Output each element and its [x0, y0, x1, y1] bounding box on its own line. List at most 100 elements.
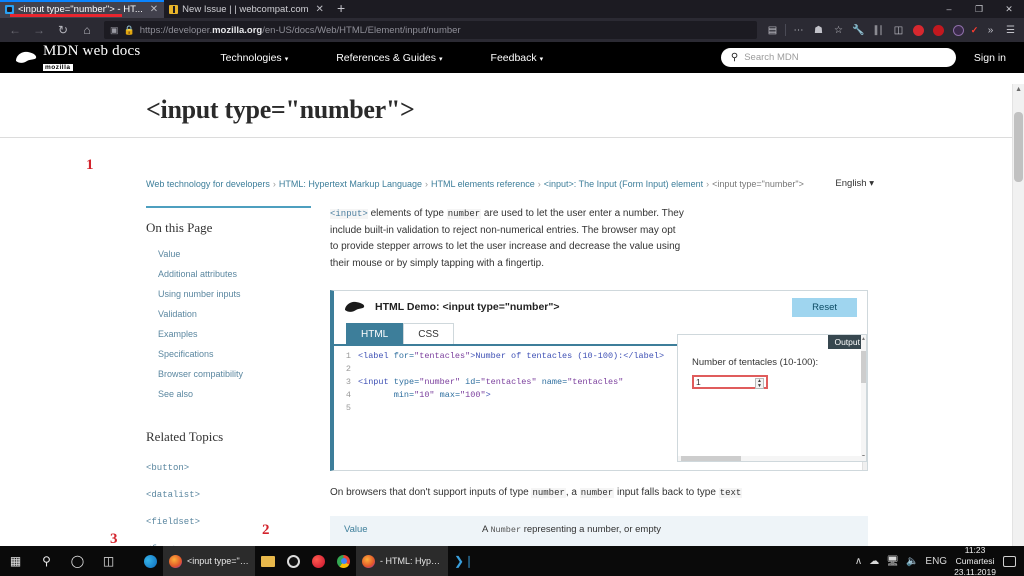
taskbar-item-opera[interactable]: [306, 546, 331, 576]
nav-references-guides[interactable]: References & Guides ▾: [336, 52, 490, 64]
bookmark-star-icon[interactable]: ☆: [829, 20, 848, 40]
scrollbar-thumb[interactable]: [861, 351, 866, 383]
extension-red-icon[interactable]: [909, 20, 928, 40]
list-item[interactable]: Additional attributes: [158, 263, 311, 283]
related-link-fieldset[interactable]: <fieldset>: [146, 517, 200, 527]
network-icon[interactable]: 🖥: [886, 556, 899, 567]
related-link-button[interactable]: <button>: [146, 463, 189, 473]
language-indicator[interactable]: ENG: [925, 556, 947, 567]
list-item[interactable]: <fieldset>: [146, 507, 311, 534]
toc-link-validation[interactable]: Validation: [158, 309, 197, 319]
library-icon[interactable]: ∥∣: [869, 20, 888, 40]
extension-red2-icon[interactable]: [929, 20, 948, 40]
back-icon[interactable]: ←: [4, 20, 26, 40]
taskbar-item-firefox-window-2[interactable]: - HTML: Hypertext M...: [356, 546, 448, 576]
scroll-up-icon[interactable]: ▲: [1015, 86, 1022, 93]
list-item[interactable]: Validation: [158, 303, 311, 323]
wrench-icon[interactable]: 🔧: [849, 20, 868, 40]
notification-icon[interactable]: [1003, 555, 1016, 567]
page-hero: <input type="number">: [0, 73, 1024, 138]
toc-link-value[interactable]: Value: [158, 249, 180, 259]
taskbar-item-edge[interactable]: [138, 546, 163, 576]
overflow-chevron-icon[interactable]: »: [981, 20, 1000, 40]
page-scrollbar[interactable]: ▲ ▼: [1012, 84, 1024, 546]
taskbar-item-file-explorer[interactable]: [255, 546, 281, 576]
reader-mode-icon[interactable]: ▤: [763, 20, 782, 40]
mdn-search-box[interactable]: ⚲ Search MDN: [720, 48, 956, 67]
minimize-button[interactable]: –: [934, 0, 964, 18]
list-item[interactable]: <datalist>: [146, 480, 311, 507]
scrollbar-thumb[interactable]: [681, 456, 741, 461]
code-text: min="10" max="100">: [358, 389, 491, 402]
reset-button[interactable]: Reset: [792, 297, 857, 317]
tab-webcompat-new-issue[interactable]: New Issue | | webcompat.com ✕: [164, 0, 330, 18]
row-key-value[interactable]: Value: [344, 524, 482, 535]
cortana-icon[interactable]: ◯: [62, 546, 93, 576]
close-window-button[interactable]: ✕: [994, 0, 1024, 18]
forward-icon[interactable]: →: [28, 20, 50, 40]
clock[interactable]: 11:23 Cumartesi 23.11.2019: [954, 545, 996, 576]
task-view-icon[interactable]: ◫: [93, 546, 124, 576]
sidebar-icon[interactable]: ◫: [889, 20, 908, 40]
toc-link-specifications[interactable]: Specifications: [158, 349, 214, 359]
tab-css[interactable]: CSS: [403, 323, 454, 344]
toc-link-using-number-inputs[interactable]: Using number inputs: [158, 289, 241, 299]
search-icon[interactable]: ⚲: [31, 546, 62, 576]
new-tab-button[interactable]: +: [330, 0, 352, 18]
nav-technologies[interactable]: Technologies ▾: [220, 52, 336, 64]
list-item[interactable]: Examples: [158, 323, 311, 343]
windows-start-icon[interactable]: ▦: [0, 546, 31, 576]
list-item[interactable]: Browser compatibility: [158, 363, 311, 383]
related-link-datalist[interactable]: <datalist>: [146, 490, 200, 500]
breadcrumb-item-0[interactable]: Web technology for developers: [146, 179, 270, 189]
pocket-icon[interactable]: ☗: [809, 20, 828, 40]
volume-icon[interactable]: 🔈: [906, 556, 918, 567]
lock-icon[interactable]: 🔒: [124, 25, 135, 36]
list-item[interactable]: Using number inputs: [158, 283, 311, 303]
nav-feedback[interactable]: Feedback ▾: [491, 52, 592, 64]
url-path: /en-US/docs/Web/HTML/Element/input/numbe…: [262, 24, 461, 36]
shield-icon[interactable]: ▣: [110, 25, 119, 36]
hamburger-menu-icon[interactable]: ☰: [1001, 20, 1020, 40]
mdn-logo[interactable]: MDN web docs mozilla: [14, 43, 140, 72]
list-item[interactable]: See also: [158, 383, 311, 403]
close-icon[interactable]: ✕: [147, 4, 158, 15]
page-actions-icon[interactable]: ⋯: [789, 20, 808, 40]
spinner-down-icon[interactable]: ▼: [756, 384, 763, 389]
reload-icon[interactable]: ↻: [52, 20, 74, 40]
code-token: <input: [358, 377, 394, 387]
maximize-button[interactable]: ❐: [964, 0, 994, 18]
language-selector[interactable]: English ▾: [835, 178, 874, 189]
list-item[interactable]: Value: [158, 243, 311, 263]
extension-dark-icon[interactable]: ✓: [969, 24, 980, 36]
toc-link-browser-compatibility[interactable]: Browser compatibility: [158, 369, 243, 379]
address-bar[interactable]: ▣ 🔒 https://developer.mozilla.org/en-US/…: [104, 21, 757, 39]
toc-link-examples[interactable]: Examples: [158, 329, 198, 339]
breadcrumb-item-1[interactable]: HTML: Hypertext Markup Language: [279, 179, 422, 189]
output-horizontal-scrollbar[interactable]: [678, 456, 866, 461]
scroll-up-icon[interactable]: ▲: [861, 336, 866, 342]
breadcrumb-sep: ›: [272, 179, 276, 189]
home-icon[interactable]: ⌂: [76, 20, 98, 40]
quantity-stepper[interactable]: 1 ▲ ▼: [692, 375, 768, 389]
list-item[interactable]: <form>: [146, 534, 311, 546]
list-item[interactable]: Specifications: [158, 343, 311, 363]
taskbar-item-firefox-window-1[interactable]: <input type="numbe...: [163, 546, 255, 576]
taskbar-item-vscode[interactable]: ❯❘: [448, 546, 480, 576]
breadcrumb-item-2[interactable]: HTML elements reference: [431, 179, 535, 189]
close-icon[interactable]: ✕: [313, 4, 324, 15]
taskbar-item-opera-outline[interactable]: [281, 546, 306, 576]
tab-html[interactable]: HTML: [346, 323, 404, 344]
onedrive-icon[interactable]: ☁: [869, 556, 879, 567]
chevron-up-icon[interactable]: ∧: [855, 556, 862, 567]
extension-purple-icon[interactable]: [949, 20, 968, 40]
spinner-arrows[interactable]: ▲ ▼: [755, 378, 764, 389]
taskbar-item-chrome[interactable]: [331, 546, 356, 576]
breadcrumb-item-3[interactable]: <input>: The Input (Form Input) element: [544, 179, 703, 189]
sign-in-link[interactable]: Sign in: [974, 52, 1006, 64]
toc-link-additional-attributes[interactable]: Additional attributes: [158, 269, 237, 279]
scrollbar-thumb[interactable]: [1014, 112, 1023, 182]
list-item[interactable]: <button>: [146, 453, 311, 480]
output-vertical-scrollbar[interactable]: ▲ ▼: [861, 335, 866, 461]
toc-link-see-also[interactable]: See also: [158, 389, 193, 399]
